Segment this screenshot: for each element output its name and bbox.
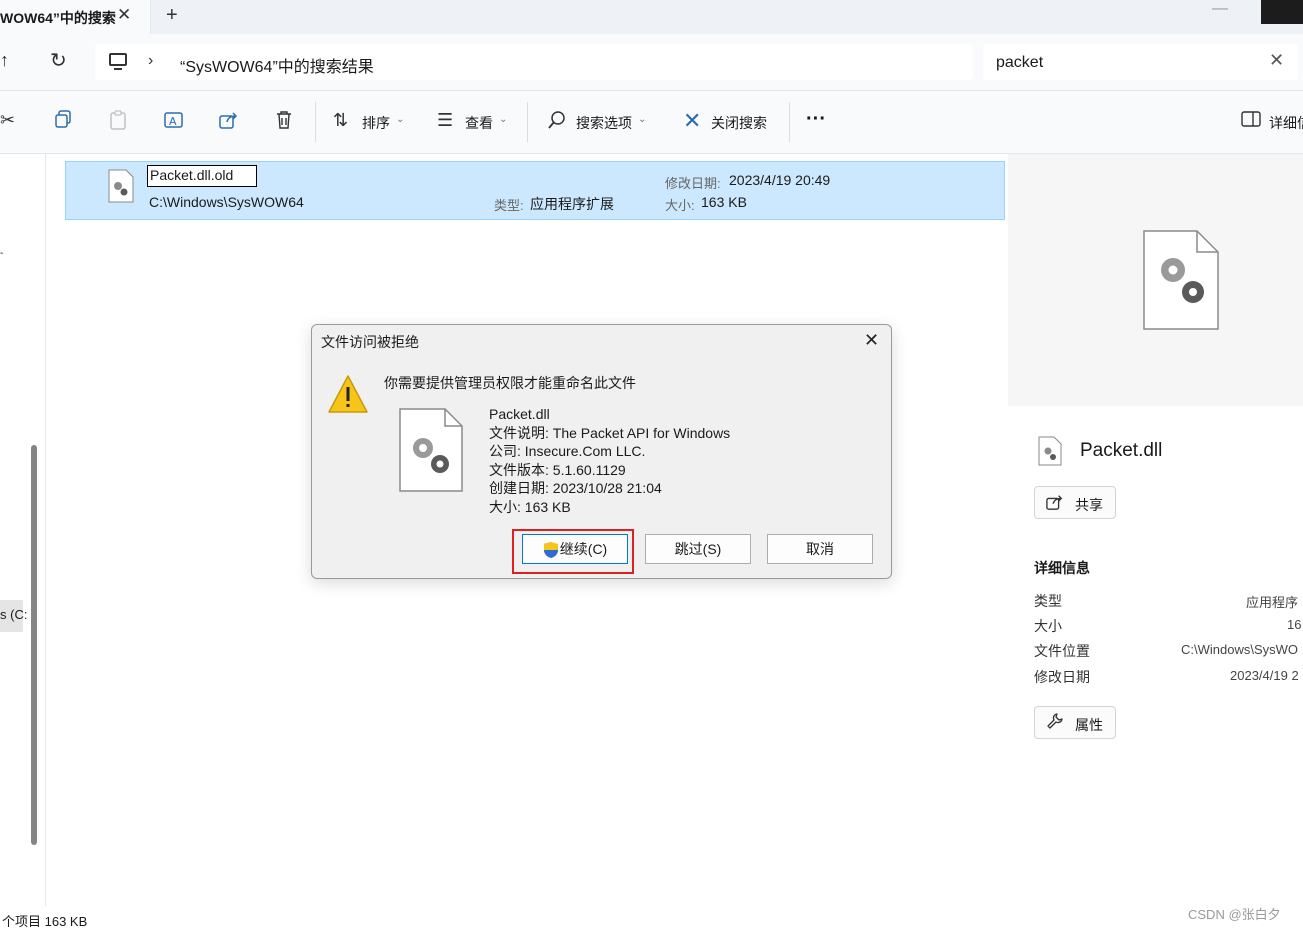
details-location-label: 文件位置 <box>1034 643 1090 659</box>
new-tab-button[interactable]: + <box>166 4 178 27</box>
file-size-label: 大小: <box>665 198 695 213</box>
dialog-file-created: 创建日期: 2023/10/28 21:04 <box>489 480 662 496</box>
command-bar <box>0 91 1303 154</box>
cut-icon[interactable]: ✂ <box>0 110 15 131</box>
status-bar-text: 个项目 163 KB <box>2 914 88 929</box>
svg-text:A: A <box>169 115 177 128</box>
minimize-icon[interactable]: — <box>1212 0 1228 18</box>
navigation-pane <box>0 154 46 906</box>
share-icon[interactable] <box>219 110 239 135</box>
details-type-label: 类型 <box>1034 593 1062 609</box>
details-pane-button[interactable]: 详细信 <box>1269 113 1303 133</box>
tab-title: WOW64”中的搜索 <box>0 10 116 26</box>
computer-icon-stand <box>114 68 122 70</box>
warning-icon <box>327 374 369 414</box>
skip-button[interactable]: 跳过(S) <box>645 534 751 564</box>
search-options-icon[interactable] <box>547 110 567 135</box>
clear-search-icon[interactable]: ✕ <box>1269 50 1284 71</box>
dialog-file-description: 文件说明: The Packet API for Windows <box>489 424 731 441</box>
details-modified-label: 修改日期 <box>1034 669 1090 685</box>
details-type-value: 应用程序 <box>1246 595 1299 610</box>
paste-icon[interactable] <box>109 110 127 135</box>
dll-file-icon <box>108 169 134 203</box>
dll-file-icon <box>399 408 463 492</box>
nav-expand-icon[interactable]: - <box>0 248 3 259</box>
cancel-button[interactable]: 取消 <box>767 534 873 564</box>
tab-strip <box>0 0 1303 34</box>
file-path: C:\Windows\SysWOW64 <box>149 194 304 210</box>
file-type-label: 类型: <box>494 198 524 213</box>
dialog-title: 文件访问被拒绝 <box>321 334 419 350</box>
toolbar-separator <box>527 102 528 142</box>
file-date-label: 修改日期: <box>665 176 721 191</box>
share-button-label[interactable]: 共享 <box>1075 495 1103 515</box>
rename-input[interactable]: Packet.dll.old <box>147 165 257 187</box>
search-input-value[interactable]: packet <box>996 54 1043 72</box>
dll-file-icon <box>1038 436 1062 466</box>
window-control[interactable] <box>1261 0 1303 24</box>
highlight-annotation <box>512 529 634 574</box>
close-search-icon[interactable]: ✕ <box>683 108 701 134</box>
details-filename: Packet.dll <box>1080 440 1163 461</box>
dialog-message: 你需要提供管理员权限才能重命名此文件 <box>384 375 636 391</box>
computer-icon <box>109 53 127 66</box>
chevron-down-icon: ⌄ <box>396 114 405 125</box>
properties-button-label[interactable]: 属性 <box>1075 715 1103 735</box>
details-size-label: 大小 <box>1034 618 1062 634</box>
details-section-title: 详细信息 <box>1034 560 1090 576</box>
more-options-button[interactable]: ··· <box>806 108 826 131</box>
copy-icon[interactable] <box>54 110 72 133</box>
rename-icon[interactable]: A <box>164 110 184 135</box>
file-date-value: 2023/4/19 20:49 <box>729 172 831 188</box>
view-button[interactable]: 查看 <box>465 113 493 133</box>
dialog-file-info: Packet.dll 文件说明: The Packet API for Wind… <box>489 405 730 516</box>
wrench-icon <box>1046 712 1064 735</box>
delete-icon[interactable] <box>275 110 293 135</box>
address-path[interactable]: “SysWOW64”中的搜索结果 <box>180 53 374 77</box>
close-icon[interactable]: ✕ <box>864 330 879 351</box>
details-pane-icon[interactable] <box>1241 111 1261 132</box>
up-arrow-icon[interactable]: ↑ <box>0 50 9 71</box>
watermark: CSDN @张白夕 <box>1188 907 1281 922</box>
toolbar-separator <box>789 102 790 142</box>
chevron-right-icon[interactable]: › <box>148 52 153 70</box>
close-icon[interactable]: ✕ <box>117 5 131 25</box>
refresh-icon[interactable]: ↻ <box>50 48 67 73</box>
details-location-value[interactable]: C:\Windows\SysWO <box>1181 642 1298 657</box>
dialog-file-name: Packet.dll <box>489 406 550 422</box>
details-size-value: 16 <box>1287 617 1302 632</box>
sort-icon[interactable]: ⇅ <box>333 110 348 131</box>
close-search-button[interactable]: 关闭搜索 <box>711 113 767 133</box>
navigation-scrollbar[interactable] <box>31 445 37 845</box>
toolbar-separator <box>315 102 316 142</box>
dll-file-icon <box>1143 230 1219 330</box>
sort-button[interactable]: 排序 <box>362 113 390 133</box>
view-icon[interactable]: ☰ <box>437 110 453 131</box>
file-type-value: 应用程序扩展 <box>530 196 614 212</box>
chevron-down-icon: ⌄ <box>638 114 647 125</box>
dialog-file-size: 大小: 163 KB <box>489 498 571 515</box>
search-options-button[interactable]: 搜索选项 <box>576 113 632 133</box>
chevron-down-icon: ⌄ <box>499 114 508 125</box>
share-icon <box>1046 493 1064 516</box>
nav-item-drive-label[interactable]: s (C: <box>0 607 27 622</box>
dialog-file-version: 文件版本: 5.1.60.1129 <box>489 461 626 478</box>
details-modified-value: 2023/4/19 2 <box>1230 668 1299 683</box>
file-size-value: 163 KB <box>701 194 747 210</box>
dialog-file-company: 公司: Insecure.Com LLC. <box>489 443 646 459</box>
